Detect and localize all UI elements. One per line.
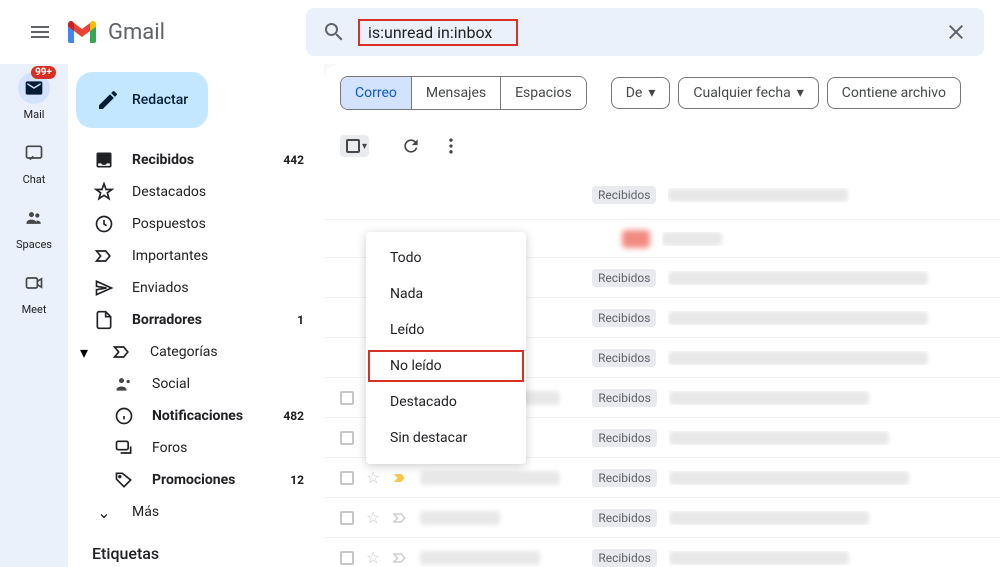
rail-spaces[interactable]: Spaces — [16, 202, 52, 251]
mail-badge: 99+ — [31, 66, 56, 79]
select-all-checkbox[interactable]: ▾ — [340, 135, 369, 157]
sidebar-social[interactable]: Social — [68, 368, 316, 400]
mail-checkbox[interactable] — [340, 511, 354, 525]
sidebar-recibidos[interactable]: Recibidos 442 — [68, 144, 316, 176]
search-box[interactable] — [306, 8, 984, 56]
chip-archivo[interactable]: Contiene archivo — [827, 77, 961, 109]
clear-search-button[interactable] — [936, 12, 976, 52]
forums-icon — [114, 438, 134, 458]
sidebar-promociones[interactable]: Promociones 12 — [68, 464, 316, 496]
gmail-logo[interactable]: Gmail — [68, 20, 306, 45]
mail-row[interactable]: Recibidos — [324, 170, 1000, 220]
chip-de[interactable]: De▾ — [611, 77, 671, 109]
mail-row[interactable]: ☆ Recibidos — [324, 498, 1000, 538]
dropdown-no-leido[interactable]: No leído — [366, 348, 526, 384]
mail-label-recibidos: Recibidos — [592, 186, 656, 204]
compose-label: Redactar — [132, 92, 188, 108]
dropdown-sin-destacar[interactable]: Sin destacar — [366, 420, 526, 456]
chip-mensajes[interactable]: Mensajes — [412, 77, 501, 109]
rail-chat-label: Chat — [23, 173, 46, 186]
star-icon[interactable]: ☆ — [366, 468, 380, 487]
tag-icon — [114, 470, 134, 490]
chat-icon — [18, 137, 50, 169]
mail-label-recibidos: Recibidos — [592, 429, 656, 447]
social-icon — [114, 374, 134, 394]
mail-row[interactable]: ☆ Recibidos — [324, 538, 1000, 567]
star-icon[interactable]: ☆ — [366, 508, 380, 527]
inbox-icon — [94, 150, 114, 170]
rail-mail[interactable]: 99+ Mail — [18, 72, 50, 121]
mail-checkbox[interactable] — [340, 551, 354, 565]
sidebar-enviados[interactable]: Enviados — [68, 272, 316, 304]
rail-chat[interactable]: Chat — [18, 137, 50, 186]
mail-label-recibidos: Recibidos — [592, 509, 656, 527]
rail-meet-label: Meet — [22, 303, 47, 316]
sidebar-destacados[interactable]: Destacados — [68, 176, 316, 208]
sidebar-importantes[interactable]: Importantes — [68, 240, 316, 272]
spaces-icon — [18, 202, 50, 234]
mail-checkbox[interactable] — [340, 471, 354, 485]
caret-down-icon: ▾ — [797, 85, 804, 101]
mail-checkbox[interactable] — [340, 391, 354, 405]
labels-heading: Etiquetas — [68, 544, 324, 563]
refresh-button[interactable] — [393, 128, 429, 164]
mail-label-recibidos: Recibidos — [592, 549, 656, 567]
chip-espacios[interactable]: Espacios — [501, 77, 586, 109]
important-icon — [94, 246, 114, 266]
mail-label-recibidos: Recibidos — [592, 389, 656, 407]
rail-spaces-label: Spaces — [16, 238, 52, 251]
search-input[interactable] — [368, 23, 508, 42]
important-icon[interactable] — [392, 470, 408, 486]
rail-meet[interactable]: Meet — [18, 267, 50, 316]
more-options-button[interactable] — [433, 128, 469, 164]
select-dropdown: Todo Nada Leído No leído Destacado Sin d… — [366, 232, 526, 464]
important-icon[interactable] — [392, 510, 408, 526]
important-icon[interactable] — [392, 550, 408, 566]
search-icon[interactable] — [314, 12, 354, 52]
chevron-down-icon: ⌄ — [94, 503, 114, 522]
sidebar-borradores[interactable]: Borradores 1 — [68, 304, 316, 336]
caret-down-icon: ▾ — [648, 85, 655, 101]
sidebar-pospuestos[interactable]: Pospuestos — [68, 208, 316, 240]
sidebar-foros[interactable]: Foros — [68, 432, 316, 464]
sidebar-notificaciones[interactable]: Notificaciones 482 — [68, 400, 316, 432]
mail-label-recibidos: Recibidos — [592, 269, 656, 287]
mail-row[interactable]: ☆ Recibidos — [324, 458, 1000, 498]
info-icon — [114, 406, 134, 426]
compose-button[interactable]: Redactar — [76, 72, 208, 128]
app-name: Gmail — [108, 20, 165, 45]
search-type-chips: Correo Mensajes Espacios — [340, 76, 587, 110]
meet-icon — [18, 267, 50, 299]
mail-label-recibidos: Recibidos — [592, 309, 656, 327]
mail-label-recibidos: Recibidos — [592, 349, 656, 367]
main-menu-button[interactable] — [16, 8, 64, 56]
caret-down-icon: ▾ — [362, 141, 367, 152]
sidebar-categorias[interactable]: ▾ Categorías — [68, 336, 316, 368]
star-icon — [94, 182, 114, 202]
mail-label-recibidos: Recibidos — [592, 469, 656, 487]
dropdown-leido[interactable]: Leído — [366, 312, 526, 348]
clock-icon — [94, 214, 114, 234]
drafts-icon — [94, 310, 114, 330]
caret-down-icon: ▾ — [74, 343, 94, 362]
dropdown-nada[interactable]: Nada — [366, 276, 526, 312]
dropdown-todo[interactable]: Todo — [366, 240, 526, 276]
categories-icon — [112, 342, 132, 362]
sent-icon — [94, 278, 114, 298]
sidebar-mas[interactable]: ⌄ Más — [68, 496, 316, 528]
chip-fecha[interactable]: Cualquier fecha▾ — [678, 77, 818, 109]
mail-checkbox[interactable] — [340, 431, 354, 445]
star-icon[interactable]: ☆ — [366, 548, 380, 567]
chip-correo[interactable]: Correo — [341, 77, 412, 109]
rail-mail-label: Mail — [24, 108, 45, 121]
dropdown-destacado[interactable]: Destacado — [366, 384, 526, 420]
